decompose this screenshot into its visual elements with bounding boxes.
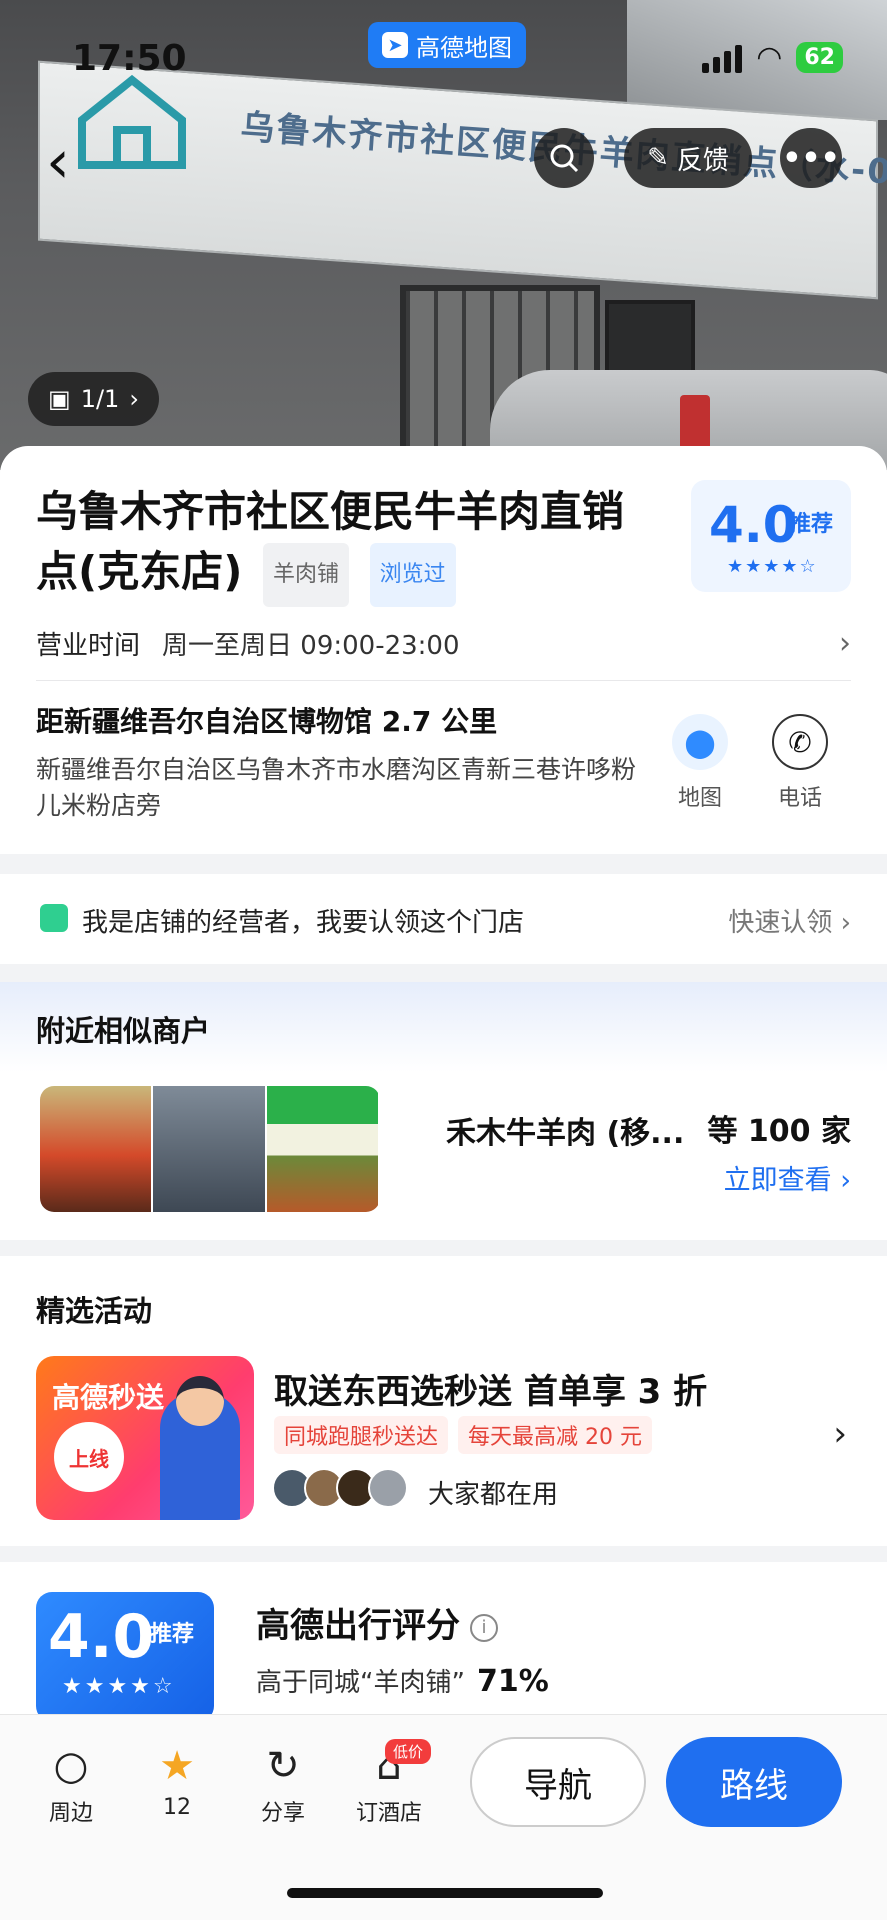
app-badge-label: 高德地图 [416, 33, 512, 62]
tab-share[interactable]: ↻ 分享 [238, 1741, 328, 1827]
divider [36, 680, 851, 681]
home-indicator[interactable] [287, 1888, 603, 1898]
shop-icon [40, 904, 68, 932]
score-percent: 71% [476, 1664, 549, 1699]
chevron-right-icon: › [840, 1165, 851, 1196]
distance-text: 距新疆维吾尔自治区博物馆 2.7 公里 [36, 705, 498, 738]
score-sub: 高于同城“羊肉铺” 71% [256, 1662, 549, 1699]
score-value: 4.0 [48, 1602, 155, 1672]
score-title-text: 高德出行评分 [256, 1606, 460, 1646]
promo-tag: 每天最高减 20 元 [458, 1416, 652, 1454]
phone-label: 电话 [777, 786, 822, 811]
promo-image-title: 高德秒送 [52, 1381, 165, 1414]
tab-share-label: 分享 [260, 1801, 305, 1826]
score-title: 高德出行评分 i [256, 1598, 498, 1647]
hours-label: 营业时间 [36, 630, 141, 661]
promo-seal: 上线 [54, 1422, 124, 1492]
rating-value: 4.0 [709, 496, 798, 554]
search-icon [550, 144, 579, 173]
feedback-pen-icon: ✎ [647, 143, 669, 173]
status-time: 17:50 [72, 38, 187, 79]
hours-row[interactable]: 营业时间 周一至周日 09:00-23:00 › [36, 618, 851, 668]
promo-section: 精选活动 高德秒送 上线 取送东西选秒送 首单享 3 折 同城跑腿秒送达 每天最… [0, 1256, 887, 1546]
photo-icon: ▣ [48, 385, 71, 413]
nearby-count: 等 100 家 [707, 1114, 851, 1149]
nearby-thumb [266, 1086, 380, 1212]
star-icon: ★ [159, 1743, 195, 1789]
address-text: 新疆维吾尔自治区乌鲁木齐市水磨沟区青新三巷许哆粉儿米粉店旁 [36, 755, 637, 820]
tab-hotel-label: 订酒店 [355, 1801, 422, 1826]
avatar [368, 1468, 408, 1508]
battery-level: 62 [796, 42, 843, 73]
claim-text: 我是店铺的经营者，我要认领这个门店 [82, 908, 525, 938]
claim-link[interactable]: 快速认领 › [728, 902, 851, 939]
search-button[interactable] [534, 128, 594, 188]
users-text: 大家都在用 [428, 1480, 559, 1510]
more-icon[interactable]: ••• [780, 128, 842, 188]
phone-icon: ✆ [772, 714, 828, 770]
map-pin-icon: ⬤ [672, 714, 728, 770]
wifi-icon: ◠ [756, 40, 783, 75]
chevron-right-icon[interactable]: › [833, 1414, 847, 1454]
map-label: 地图 [677, 786, 722, 811]
photo-count-button[interactable]: ▣ 1/1 › [28, 372, 159, 426]
tab-favorites[interactable]: ★ 12 [132, 1741, 222, 1820]
star-icon: ★★★★☆ [727, 556, 818, 577]
promo-tag: 同城跑腿秒送达 [274, 1416, 449, 1454]
promo-title[interactable]: 取送东西选秒送 首单享 3 折 [274, 1364, 707, 1413]
score-section: 4.0 推荐 ★★★★☆ 高德出行评分 i 高于同城“羊肉铺” 71% [0, 1562, 887, 1722]
claim-link-label: 快速认领 [728, 908, 833, 938]
user-avatars [272, 1468, 408, 1508]
courier-head [176, 1376, 224, 1426]
nearby-thumb [40, 1086, 154, 1212]
chevron-right-icon: › [839, 625, 851, 661]
photo-count-label: 1/1 [80, 385, 120, 413]
back-icon[interactable]: ‹ [46, 132, 70, 192]
app-badge[interactable]: ➤ 高德地图 [368, 22, 526, 68]
info-icon[interactable]: i [470, 1613, 498, 1642]
phone-button[interactable]: ✆ 电话 [760, 714, 840, 812]
nearby-thumb [153, 1086, 267, 1212]
tab-nearby[interactable]: ○ 周边 [26, 1741, 116, 1827]
share-icon: ↻ [266, 1743, 300, 1789]
chevron-right-icon: › [840, 908, 851, 938]
rating-label: 推荐 [789, 512, 834, 537]
viewed-tag: 浏览过 [369, 542, 456, 607]
shop-info-card: 乌鲁木齐市社区便民牛羊肉直销点(克东店) 羊肉铺 浏览过 4.0 推荐 ★★★★… [0, 446, 887, 854]
chevron-right-icon: › [129, 385, 139, 413]
route-button[interactable]: 路线 [666, 1737, 842, 1827]
map-button[interactable]: ⬤ 地图 [660, 714, 740, 812]
score-box: 4.0 推荐 ★★★★☆ [36, 1592, 214, 1722]
nearby-view-label: 立即查看 [723, 1165, 832, 1196]
nearby-section: 附近相似商户 禾木牛羊肉 (移... 等 100 家 立即查看 › [0, 982, 887, 1240]
promo-section-title: 精选活动 [36, 1294, 153, 1328]
score-sub-text: 高于同城“羊肉铺” [256, 1668, 465, 1698]
star-icon: ★★★★☆ [62, 1674, 176, 1699]
claim-row[interactable]: 我是店铺的经营者，我要认领这个门店 快速认领 › [0, 874, 887, 964]
hours-value: 周一至周日 09:00-23:00 [162, 630, 460, 661]
navigate-button[interactable]: 导航 [470, 1737, 646, 1827]
category-tag: 羊肉铺 [263, 542, 350, 607]
nearby-thumbnails[interactable] [40, 1086, 380, 1212]
tab-nearby-label: 周边 [48, 1801, 93, 1826]
nearby-title: 附近相似商户 [36, 1014, 211, 1048]
rating-box[interactable]: 4.0 推荐 ★★★★☆ [691, 480, 851, 592]
nearby-view-link[interactable]: 立即查看 › [724, 1158, 851, 1197]
promo-image[interactable]: 高德秒送 上线 [36, 1356, 254, 1520]
feedback-button[interactable]: ✎ 反馈 [624, 128, 752, 188]
photo-sign-logo [78, 74, 186, 169]
search-icon: ○ [53, 1743, 89, 1789]
nearby-shop-name[interactable]: 禾木牛羊肉 (移... [446, 1108, 684, 1152]
status-icons: ◠ 62 [702, 40, 843, 75]
score-label: 推荐 [150, 1622, 195, 1647]
shop-title: 乌鲁木齐市社区便民牛羊肉直销点(克东店) 羊肉铺 浏览过 [36, 482, 636, 607]
hotel-badge: 低价 [385, 1739, 432, 1764]
feedback-label: 反馈 [676, 145, 729, 176]
tab-favorites-count: 12 [163, 1795, 191, 1820]
amap-logo-icon: ➤ [382, 32, 408, 58]
signal-icon [702, 43, 743, 73]
